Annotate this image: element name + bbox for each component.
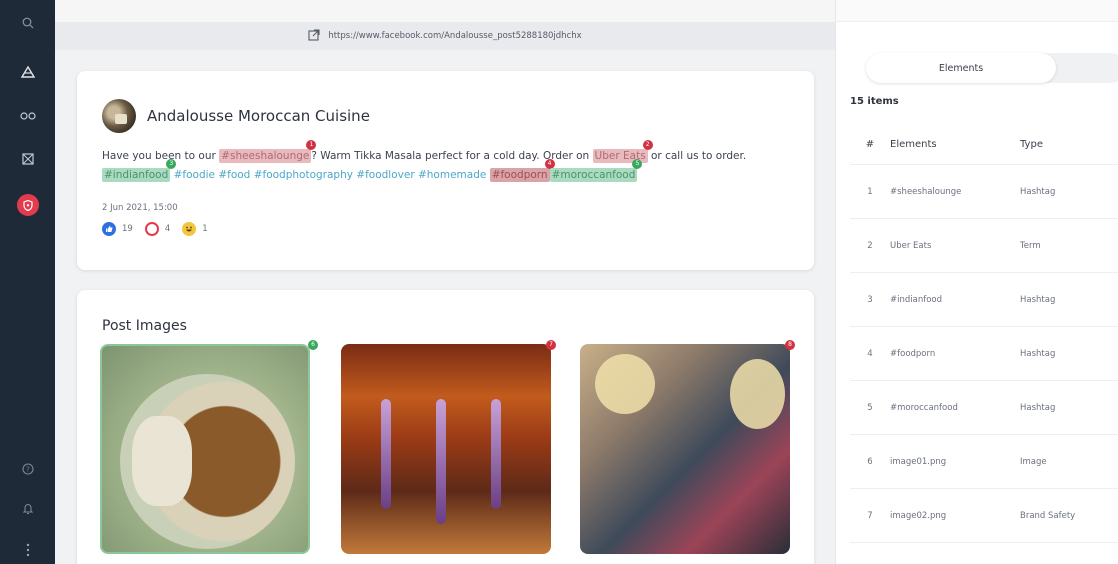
row-number: 1: [867, 186, 873, 197]
row-element: image01.png: [890, 456, 947, 467]
post-image-1[interactable]: [100, 344, 310, 554]
highlight-hashtag-4[interactable]: #foodporn 4: [489, 159, 555, 182]
post-card: Andalousse Moroccan Cuisine Have you bee…: [77, 71, 814, 270]
drink-glass: [730, 359, 785, 429]
table-row[interactable]: 4 #foodporn Hashtag: [850, 327, 1118, 381]
post-images-title: Post Images: [102, 318, 187, 334]
hashtag[interactable]: #food: [218, 169, 250, 181]
highlight-hashtag-3[interactable]: #indianfood 3: [102, 159, 177, 182]
infinity-icon[interactable]: [0, 107, 55, 125]
table-row[interactable]: 6 image01.png Image: [850, 435, 1118, 489]
row-number: 5: [867, 402, 873, 413]
row-type: Hashtag: [1020, 294, 1056, 305]
post-image-2[interactable]: [341, 344, 551, 554]
post-url[interactable]: https://www.facebook.com/Andalousse_post…: [328, 31, 581, 41]
post-author: Andalousse Moroccan Cuisine: [147, 107, 370, 125]
help-icon[interactable]: ?: [0, 460, 55, 478]
items-count: 15 items: [850, 96, 899, 107]
table-row[interactable]: 2 Uber Eats Term: [850, 219, 1118, 273]
grid-icon[interactable]: [0, 150, 55, 168]
hookah: [436, 399, 446, 524]
hashtag[interactable]: #homemade: [418, 169, 486, 181]
post-text: Have you been to our #sheeshalounge 1? Wa…: [102, 140, 802, 185]
rice: [132, 416, 192, 506]
highlight-text: #foodporn: [491, 169, 548, 181]
love-count: 4: [164, 224, 171, 234]
row-type: Term: [1020, 240, 1041, 251]
row-number: 7: [867, 510, 873, 521]
panel-top-strip: [836, 0, 1118, 22]
row-type: Hashtag: [1020, 348, 1056, 359]
elements-panel: Elements 15 items # Elements Type 1 #she…: [835, 0, 1118, 564]
love-icon: [144, 222, 159, 236]
table-row[interactable]: 5 #moroccanfood Hashtag: [850, 381, 1118, 435]
header-elements[interactable]: Elements: [890, 139, 1020, 150]
table-row[interactable]: 1 #sheeshalounge Hashtag: [850, 165, 1118, 219]
table-header: # Elements Type: [850, 125, 1118, 165]
tab-elements[interactable]: Elements: [866, 53, 1056, 83]
search-icon[interactable]: [0, 14, 55, 32]
haha-count: 1: [202, 224, 208, 234]
header-type[interactable]: Type: [1020, 139, 1118, 150]
row-number: 4: [867, 348, 873, 359]
highlight-text: #indianfood: [104, 169, 169, 181]
image-badge-8: 8: [785, 340, 795, 350]
row-element: #sheeshalounge: [890, 186, 962, 197]
hookah: [381, 399, 391, 509]
element-badge-2: 2: [642, 140, 653, 150]
hashtag[interactable]: #foodlover: [356, 169, 414, 181]
row-type: Hashtag: [1020, 402, 1056, 413]
element-badge-1: 1: [306, 140, 317, 150]
row-type: Image: [1020, 456, 1047, 467]
row-element: #indianfood: [890, 294, 943, 305]
table-row[interactable]: 7 image02.png Brand Safety: [850, 489, 1118, 543]
avatar: [102, 99, 136, 133]
svg-text:?: ?: [26, 466, 30, 474]
url-bar: https://www.facebook.com/Andalousse_post…: [55, 22, 835, 50]
image-badge-7: 7: [546, 340, 556, 350]
shield-icon[interactable]: [17, 194, 39, 216]
more-icon[interactable]: [0, 541, 55, 559]
highlight-text: #sheeshalounge: [221, 150, 310, 162]
row-type: Hashtag: [1020, 186, 1056, 197]
people-icon[interactable]: [0, 62, 55, 82]
elements-table: # Elements Type 1 #sheeshalounge Hashtag…: [850, 125, 1118, 543]
highlight-hashtag-1[interactable]: #sheeshalounge 1: [219, 140, 317, 163]
row-type: Brand Safety: [1020, 510, 1076, 521]
like-icon: [102, 222, 116, 236]
like-count: 19: [122, 224, 133, 234]
table-row[interactable]: 3 #indianfood Hashtag: [850, 273, 1118, 327]
hashtag[interactable]: #foodphotography: [254, 169, 353, 181]
top-strip: [55, 0, 835, 22]
post-images-card: Post Images 6 7 8: [77, 290, 814, 564]
drink-glass: [595, 354, 655, 414]
sidebar: ?: [0, 0, 55, 564]
bell-icon[interactable]: [0, 500, 55, 518]
row-element: #moroccanfood: [890, 402, 958, 413]
header-number[interactable]: #: [850, 139, 890, 150]
hookah: [491, 399, 501, 509]
highlight-text: #moroccanfood: [551, 169, 636, 181]
haha-icon: [182, 222, 197, 236]
panel-tabs: Elements: [866, 53, 1118, 83]
image-badge-6: 6: [308, 340, 318, 350]
row-number: 6: [867, 456, 873, 467]
row-number: 2: [867, 240, 873, 251]
post-image-3[interactable]: [580, 344, 790, 554]
row-element: image02.png: [890, 510, 947, 521]
external-link-icon[interactable]: [308, 28, 320, 44]
post-text-part: Have you been to our: [102, 150, 220, 162]
tab-label: Elements: [938, 62, 984, 74]
element-badge-3: 3: [166, 159, 177, 169]
reactions: 19 4 1: [102, 222, 208, 236]
element-badge-5: 5: [632, 159, 643, 169]
post-date: 2 Jun 2021, 15:00: [102, 203, 178, 213]
row-element: Uber Eats: [890, 240, 932, 251]
row-element: #foodporn: [890, 348, 936, 359]
hashtag[interactable]: #foodie: [174, 169, 215, 181]
row-number: 3: [867, 294, 873, 305]
highlight-hashtag-5[interactable]: #moroccanfood 5: [549, 159, 643, 182]
post-text-part: or call us to order.: [647, 150, 747, 162]
